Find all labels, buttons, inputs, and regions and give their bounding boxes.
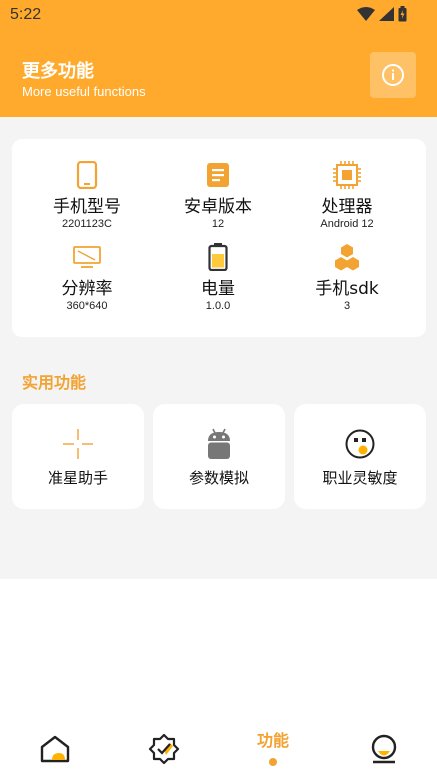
page-subtitle: More useful functions <box>22 84 146 99</box>
info-item-battery: 电量 1.0.0 <box>149 243 287 312</box>
info-label: 手机型号 <box>53 197 121 217</box>
info-label: 电量 <box>201 279 235 299</box>
screen-icon <box>73 243 101 271</box>
document-icon <box>204 161 232 189</box>
info-item-android-version: 安卓版本 12 <box>149 161 287 230</box>
feature-card-crosshair[interactable]: 准星助手 <box>12 404 144 509</box>
page-header: 更多功能 More useful functions <box>0 30 437 117</box>
info-label: 手机sdk <box>315 279 379 299</box>
feature-card-parameter-simulation[interactable]: 参数模拟 <box>153 404 285 509</box>
feature-label: 参数模拟 <box>188 469 249 487</box>
nav-functions[interactable]: 功能 <box>250 727 296 766</box>
info-value: 3 <box>343 300 351 312</box>
system-icons <box>357 6 407 22</box>
battery-status-icon <box>398 6 407 22</box>
info-value: 2201123C <box>62 218 112 230</box>
info-label: 分辨率 <box>61 279 113 299</box>
feature-label: 准星助手 <box>47 469 108 487</box>
feature-card-sensitivity[interactable]: 职业灵敏度 <box>294 404 426 509</box>
wifi-icon <box>357 7 375 21</box>
page-title: 更多功能 <box>22 61 94 82</box>
crosshair-icon <box>62 428 94 460</box>
home-icon <box>40 735 70 763</box>
info-icon <box>382 64 404 86</box>
badge-check-icon <box>148 733 180 765</box>
nav-profile[interactable] <box>364 729 404 769</box>
section-title: 实用功能 <box>22 373 87 392</box>
info-value: Android 12 <box>320 218 374 230</box>
profile-icon <box>371 734 397 764</box>
active-indicator <box>269 758 277 766</box>
info-value: 1.0.0 <box>205 300 231 312</box>
device-info-card: 手机型号 2201123C 安卓版本 12 处理器 Android 12 分辨率… <box>12 139 426 337</box>
status-bar: 5:22 <box>0 0 437 30</box>
hexagon-icon <box>333 243 361 271</box>
info-button[interactable] <box>370 52 416 98</box>
info-value: 360*640 <box>66 300 108 312</box>
android-icon <box>203 428 235 460</box>
info-label: 安卓版本 <box>184 197 252 217</box>
phone-icon <box>73 161 101 189</box>
bottom-nav: 功能 <box>0 715 437 777</box>
status-time: 5:22 <box>10 6 42 23</box>
signal-icon <box>379 7 394 21</box>
info-value: 12 <box>211 218 225 230</box>
info-label: 处理器 <box>321 197 373 217</box>
info-item-phone-model: 手机型号 2201123C <box>18 161 156 230</box>
feature-label: 职业灵敏度 <box>322 469 398 487</box>
info-item-processor: 处理器 Android 12 <box>278 161 416 230</box>
nav-functions-label: 功能 <box>256 731 289 750</box>
info-item-resolution: 分辨率 360*640 <box>18 243 156 312</box>
info-item-sdk: 手机sdk 3 <box>278 243 416 312</box>
face-icon <box>344 428 376 460</box>
battery-icon <box>204 243 232 271</box>
cpu-icon <box>333 161 361 189</box>
nav-badge[interactable] <box>144 729 184 769</box>
nav-home[interactable] <box>35 729 75 769</box>
